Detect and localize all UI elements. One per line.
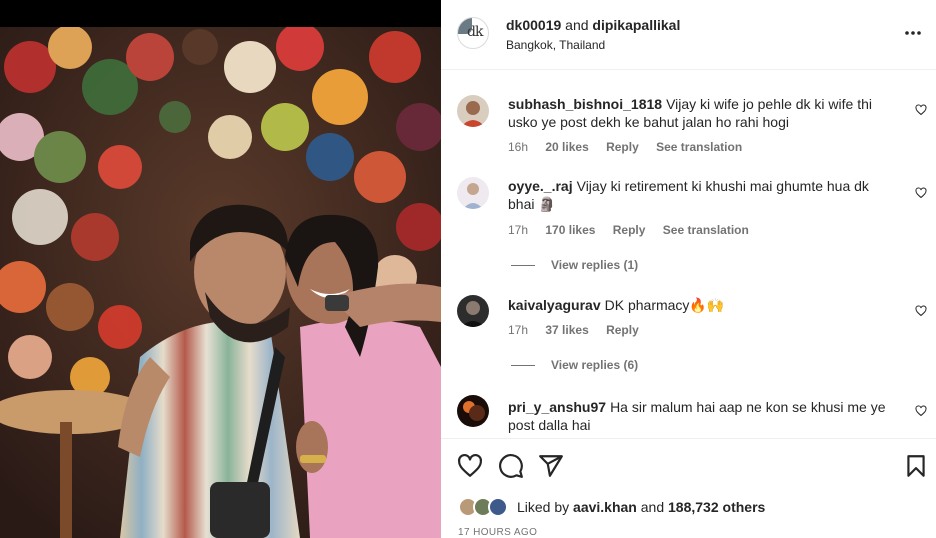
more-icon[interactable] (903, 26, 923, 40)
comment-meta: 16h 20 likes Reply See translation (508, 140, 756, 154)
liked-by-others[interactable]: 188,732 others (668, 499, 765, 515)
view-replies-label: View replies (6) (551, 358, 639, 372)
comment-username[interactable]: oyye._.raj (508, 178, 573, 194)
comment-likes-count[interactable]: 20 likes (545, 140, 588, 154)
likes-summary: Liked by aavi.khan and 188,732 others (458, 497, 928, 519)
comment-likes-count[interactable]: 37 likes (545, 323, 588, 337)
view-replies-divider (511, 265, 535, 267)
comment-reply-button[interactable]: Reply (606, 323, 639, 337)
post-timestamp[interactable]: 17 HOURS AGO (458, 527, 537, 538)
comment-username[interactable]: kaivalyagurav (508, 297, 601, 313)
comment-avatar[interactable] (457, 95, 489, 127)
view-replies-divider (511, 365, 535, 367)
comment-see-translation[interactable]: See translation (663, 223, 749, 237)
author-avatar[interactable]: dk (457, 17, 489, 49)
post-media-pane (0, 0, 441, 538)
liked-by-prefix: Liked by (517, 499, 570, 515)
comment-username[interactable]: subhash_bishnoi_1818 (508, 96, 662, 112)
view-replies-button[interactable]: View replies (1) (511, 258, 638, 272)
comment-icon[interactable] (498, 453, 524, 479)
comment-age: 17h (508, 223, 529, 237)
comment-avatar[interactable] (457, 295, 489, 327)
comment-likes-count[interactable]: 170 likes (545, 223, 595, 237)
comment-reply-button[interactable]: Reply (613, 223, 646, 237)
liker-avatar (488, 497, 508, 517)
post-location[interactable]: Bangkok, Thailand (506, 38, 605, 52)
post-details-panel: dk dk00019 and dipikapallikal Bangkok, T… (441, 0, 936, 538)
author-username-secondary[interactable]: dipikapallikal (592, 17, 680, 33)
view-replies-label: View replies (1) (551, 258, 639, 272)
comment-text-block: pri_y_anshu97 Ha sir malum hai aap ne kon… (508, 398, 898, 434)
comment-age: 16h (508, 140, 529, 154)
post-actions: Liked by aavi.khan and 188,732 others 17… (441, 438, 936, 538)
comment-reply-button[interactable]: Reply (606, 140, 639, 154)
post-photo-image (0, 27, 441, 538)
author-username-primary[interactable]: dk00019 (506, 17, 561, 33)
liked-by-and: and (640, 499, 665, 515)
bookmark-icon[interactable] (903, 453, 929, 479)
comment-text: DK pharmacy🔥🙌 (604, 297, 725, 313)
comment-text-block: kaivalyagurav DK pharmacy🔥🙌 (508, 296, 898, 314)
comments-list[interactable]: subhash_bishnoi_1818 Vijay ki wife jo peh… (441, 71, 936, 437)
share-icon[interactable] (538, 453, 564, 479)
comment-see-translation[interactable]: See translation (656, 140, 742, 154)
comment-text-block: subhash_bishnoi_1818 Vijay ki wife jo peh… (508, 95, 898, 131)
post-photo[interactable] (0, 27, 441, 538)
heart-icon[interactable] (457, 453, 483, 479)
comment-username[interactable]: pri_y_anshu97 (508, 399, 606, 415)
post-authors: dk00019 and dipikapallikal (506, 17, 680, 33)
comment-age: 17h (508, 323, 529, 337)
author-avatar-monogram: dk (467, 24, 483, 40)
comment-like-heart-icon[interactable] (915, 305, 927, 317)
authors-and-text: and (565, 17, 589, 33)
comment-like-heart-icon[interactable] (915, 104, 927, 116)
comment-avatar[interactable] (457, 395, 489, 427)
comment-meta: 17h 170 likes Reply See translation (508, 223, 763, 237)
comment-like-heart-icon[interactable] (915, 187, 927, 199)
likes-text: Liked by aavi.khan and 188,732 others (517, 499, 765, 515)
comment-text-block: oyye._.raj Vijay ki retirement ki khushi … (508, 177, 898, 213)
comment-like-heart-icon[interactable] (915, 405, 927, 417)
comment-avatar[interactable] (457, 177, 489, 209)
view-replies-button[interactable]: View replies (6) (511, 358, 638, 372)
post-header: dk dk00019 and dipikapallikal Bangkok, T… (441, 0, 936, 70)
comment-meta: 17h 37 likes Reply (508, 323, 653, 337)
liked-by-user[interactable]: aavi.khan (573, 499, 637, 515)
